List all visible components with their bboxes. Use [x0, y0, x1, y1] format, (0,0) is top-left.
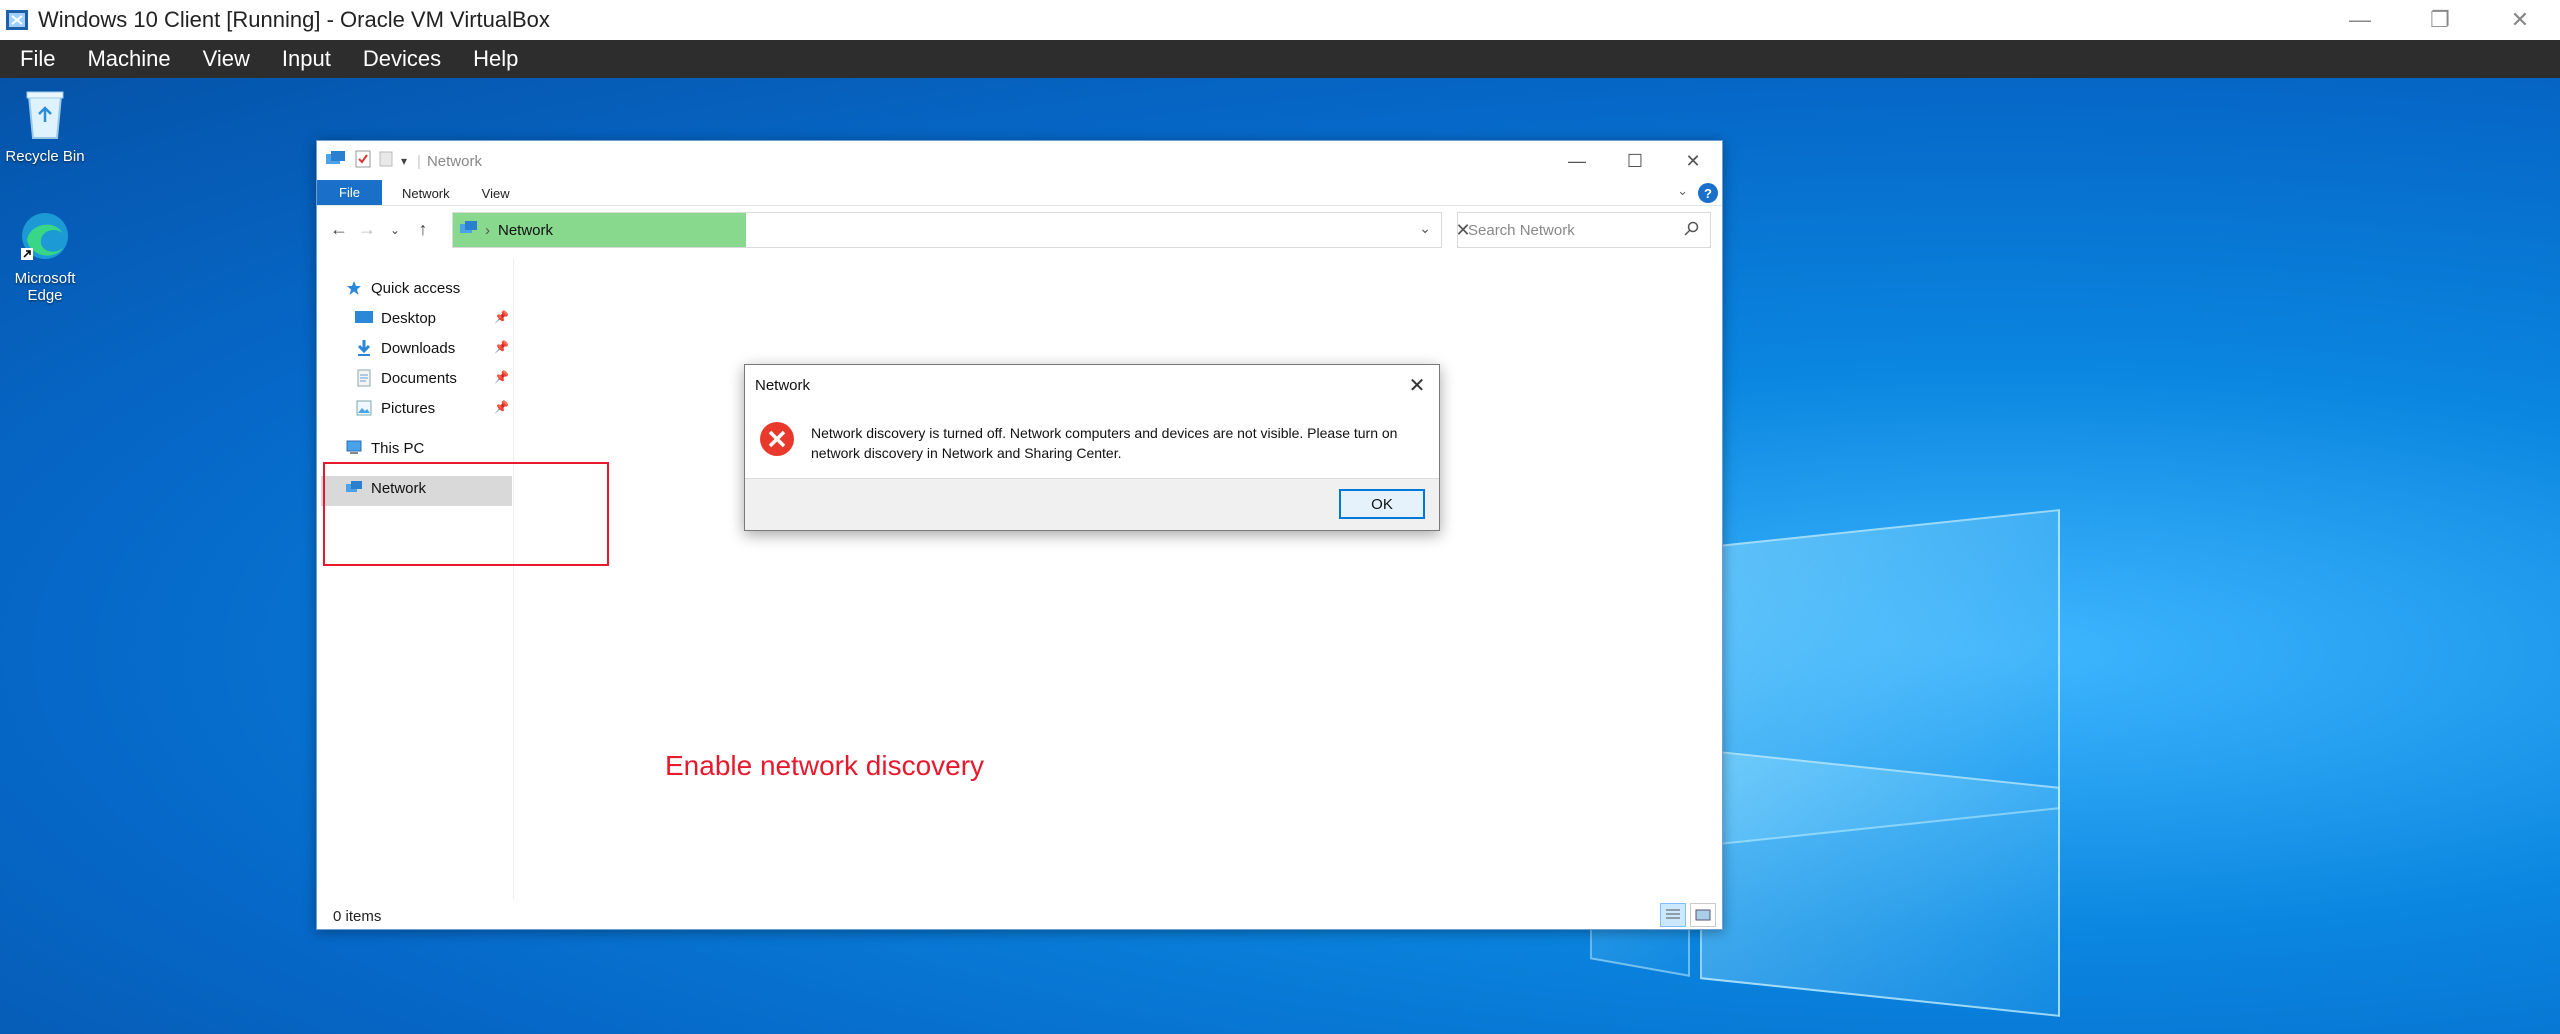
properties-icon[interactable]	[355, 150, 371, 172]
edge-icon	[0, 210, 93, 266]
dialog-close-button[interactable]: ✕	[1403, 371, 1431, 399]
dialog-footer: OK	[745, 478, 1439, 530]
explorer-close-button[interactable]: ✕	[1664, 141, 1722, 181]
close-button[interactable]: ✕	[2480, 0, 2560, 40]
nav-documents[interactable]: Documents	[355, 363, 457, 393]
search-icon	[1684, 221, 1700, 241]
error-icon	[759, 421, 795, 462]
restore-button[interactable]: ❐	[2400, 0, 2480, 40]
nav-quick-access[interactable]: Quick access	[345, 273, 460, 303]
tab-network[interactable]: Network	[386, 182, 466, 205]
tab-view[interactable]: View	[466, 182, 526, 205]
pin-icon[interactable]: 📌	[494, 310, 509, 324]
guest-desktop: Recycle Bin Microsoft Edge ▾ | Network —…	[0, 78, 2560, 1034]
explorer-minimize-button[interactable]: —	[1548, 141, 1606, 181]
dialog-title: Network	[755, 376, 811, 394]
address-bar[interactable]: › Network ⌄	[452, 212, 1442, 248]
dialog-body: Network discovery is turned off. Network…	[745, 405, 1439, 469]
menu-file[interactable]: File	[4, 46, 71, 72]
status-item-count: 0 items	[333, 908, 382, 925]
nav-label: Quick access	[371, 279, 461, 297]
host-menubar: File Machine View Input Devices Help	[0, 40, 2560, 78]
desktop-icon-label: Recycle Bin	[5, 148, 85, 165]
expand-ribbon-icon[interactable]: ⌄	[1677, 183, 1688, 199]
host-window-title: Windows 10 Client [Running] - Oracle VM …	[38, 7, 550, 32]
details-view-icon[interactable]	[1660, 903, 1686, 927]
explorer-titlebar: ▾ | Network — ☐ ✕	[317, 141, 1722, 181]
documents-icon	[355, 369, 373, 387]
recent-locations-icon[interactable]: ⌄	[381, 223, 409, 237]
pin-icon[interactable]: 📌	[494, 400, 509, 414]
customize-qat-icon[interactable]: ▾	[401, 154, 407, 168]
new-folder-icon[interactable]	[379, 150, 393, 172]
annotation-highlight-box	[323, 462, 609, 566]
nav-pictures[interactable]: Pictures	[355, 393, 435, 423]
menu-devices[interactable]: Devices	[347, 46, 457, 72]
star-icon	[345, 279, 363, 297]
nav-label: Pictures	[381, 399, 436, 417]
back-arrow-icon[interactable]: ←	[325, 219, 353, 240]
pin-icon[interactable]: 📌	[494, 340, 509, 354]
navigation-pane: Quick access Desktop 📌 Downloads 📌 Docum…	[317, 259, 514, 899]
windows-logo-pane	[1700, 749, 2060, 1017]
search-input[interactable]: Search Network	[1457, 212, 1711, 248]
annotation-text: Enable network discovery	[665, 750, 985, 781]
desktop-icon-recycle-bin[interactable]: Recycle Bin	[0, 86, 93, 165]
computer-icon	[345, 439, 363, 457]
search-placeholder: Search Network	[1468, 221, 1575, 239]
pin-icon[interactable]: 📌	[494, 370, 509, 384]
help-icon[interactable]: ?	[1698, 183, 1718, 203]
nav-downloads[interactable]: Downloads	[355, 333, 455, 363]
desktop-icon-label: Microsoft Edge	[14, 270, 76, 304]
menu-input[interactable]: Input	[266, 46, 347, 72]
nav-label: Downloads	[381, 339, 456, 357]
nav-label: Documents	[381, 369, 457, 387]
desktop-folder-icon	[355, 309, 373, 327]
network-icon	[325, 150, 347, 172]
desktop-icon-microsoft-edge[interactable]: Microsoft Edge	[0, 210, 93, 304]
ribbon-tabs: File Network View ⌄ ?	[317, 180, 1722, 205]
nav-label: This PC	[371, 439, 425, 457]
large-icons-view-icon[interactable]	[1690, 903, 1716, 927]
nav-desktop[interactable]: Desktop	[355, 303, 436, 333]
breadcrumb-separator-icon: ›	[485, 221, 490, 239]
address-dropdown-icon[interactable]: ⌄	[1419, 220, 1431, 237]
dialog-message: Network discovery is turned off. Network…	[811, 425, 1398, 461]
virtualbox-icon	[4, 6, 32, 34]
explorer-window-title: Network	[426, 152, 482, 170]
nav-this-pc[interactable]: This PC	[345, 433, 424, 463]
downloads-icon	[355, 339, 373, 357]
forward-arrow-icon[interactable]: →	[353, 219, 381, 240]
network-error-dialog: Network ✕ Network discovery is turned of…	[744, 364, 1440, 531]
explorer-maximize-button[interactable]: ☐	[1606, 141, 1664, 181]
host-titlebar: Windows 10 Client [Running] - Oracle VM …	[0, 0, 2560, 40]
ok-button[interactable]: OK	[1339, 489, 1425, 519]
tab-file[interactable]: File	[317, 180, 382, 205]
nav-label: Desktop	[381, 309, 437, 327]
network-icon	[459, 220, 479, 240]
menu-machine[interactable]: Machine	[71, 46, 186, 72]
recycle-bin-icon	[0, 86, 93, 144]
minimize-button[interactable]: —	[2320, 0, 2400, 40]
breadcrumb-network[interactable]: Network	[498, 222, 553, 239]
menu-help[interactable]: Help	[457, 46, 534, 72]
up-arrow-icon[interactable]: ↑	[409, 219, 437, 240]
pictures-icon	[355, 399, 373, 417]
menu-view[interactable]: View	[187, 46, 266, 72]
